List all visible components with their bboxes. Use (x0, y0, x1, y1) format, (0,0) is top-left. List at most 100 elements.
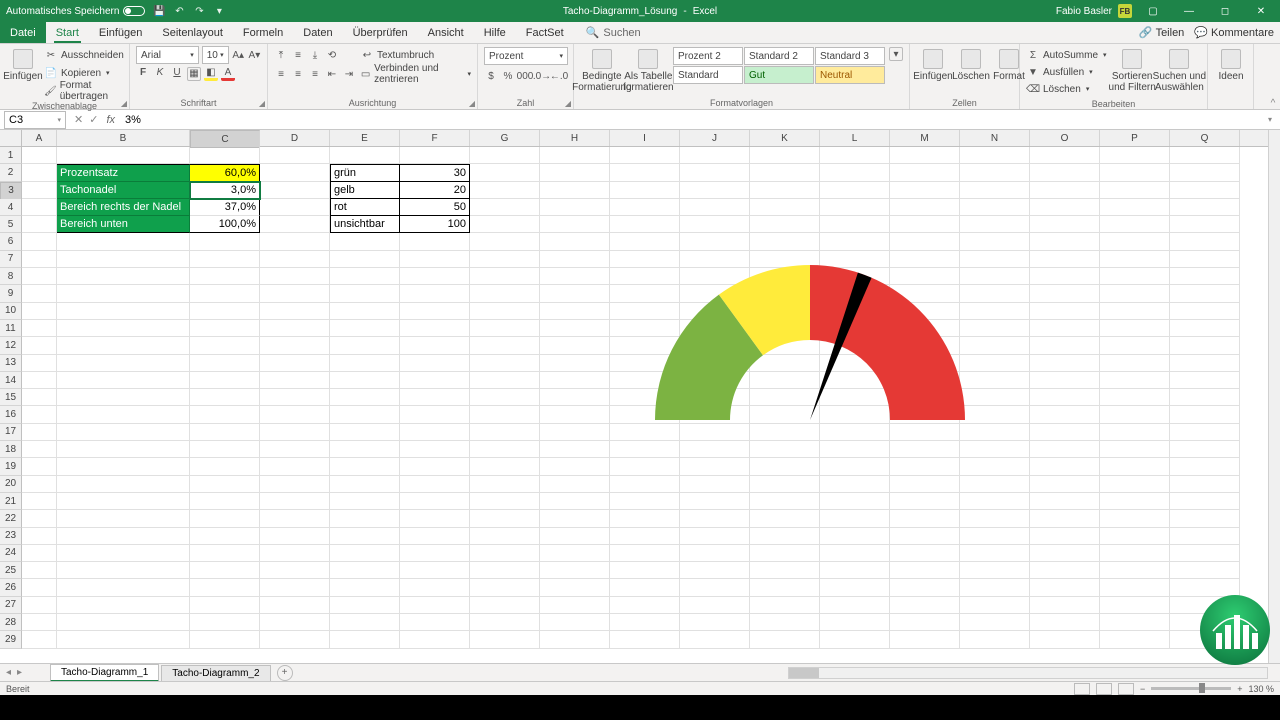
cell[interactable] (1100, 164, 1170, 181)
cell[interactable] (57, 441, 190, 458)
cell[interactable] (260, 631, 330, 648)
cell[interactable] (960, 303, 1030, 320)
cell[interactable] (470, 372, 540, 389)
row-11[interactable]: 11 (0, 320, 22, 337)
cell[interactable] (470, 579, 540, 596)
save-icon[interactable]: 💾 (153, 5, 165, 17)
view-pagelayout-icon[interactable] (1096, 683, 1112, 695)
cell[interactable] (540, 199, 610, 216)
cell[interactable] (57, 268, 190, 285)
cell[interactable] (260, 337, 330, 354)
cell[interactable] (610, 545, 680, 562)
cell[interactable] (890, 164, 960, 181)
cell[interactable] (260, 441, 330, 458)
cell[interactable] (540, 389, 610, 406)
cell[interactable] (190, 458, 260, 475)
cell[interactable] (1170, 182, 1240, 199)
style-neutral[interactable]: Neutral (815, 66, 885, 84)
cell[interactable] (330, 406, 400, 423)
number-launcher-icon[interactable]: ◢ (565, 99, 571, 108)
cell[interactable] (260, 199, 330, 216)
cell[interactable] (890, 545, 960, 562)
cell[interactable] (470, 493, 540, 510)
cell[interactable] (1170, 199, 1240, 216)
cell[interactable] (540, 285, 610, 302)
cell[interactable] (610, 164, 680, 181)
cell[interactable] (400, 476, 470, 493)
cell[interactable] (540, 562, 610, 579)
cell[interactable] (1170, 406, 1240, 423)
cell[interactable] (330, 233, 400, 250)
cell[interactable] (960, 233, 1030, 250)
tell-me-search[interactable]: 🔍 Suchen (586, 22, 641, 43)
cell[interactable] (540, 303, 610, 320)
cell[interactable] (610, 493, 680, 510)
cell[interactable] (610, 441, 680, 458)
cell[interactable] (400, 337, 470, 354)
zoom-slider[interactable] (1151, 687, 1231, 690)
cell[interactable]: grün (330, 164, 400, 181)
cell[interactable] (400, 562, 470, 579)
cell[interactable] (1030, 199, 1100, 216)
cell[interactable] (190, 528, 260, 545)
cell[interactable] (1100, 510, 1170, 527)
cell[interactable] (1170, 528, 1240, 545)
zoom-out-icon[interactable]: − (1140, 684, 1145, 694)
cell[interactable] (1170, 476, 1240, 493)
cell[interactable] (680, 164, 750, 181)
cell[interactable] (22, 355, 57, 372)
cell[interactable] (610, 216, 680, 233)
cell[interactable] (190, 406, 260, 423)
sheet-tab-1[interactable]: Tacho-Diagramm_1 (50, 664, 159, 682)
cell[interactable] (1170, 233, 1240, 250)
cell[interactable] (22, 199, 57, 216)
expand-fbar-icon[interactable]: ▾ (1268, 115, 1280, 124)
cell[interactable] (190, 614, 260, 631)
cell[interactable] (540, 528, 610, 545)
cell[interactable] (22, 233, 57, 250)
cell[interactable] (540, 355, 610, 372)
cell[interactable]: 50 (400, 199, 470, 216)
cell[interactable] (400, 510, 470, 527)
cell[interactable] (400, 389, 470, 406)
cell[interactable] (890, 147, 960, 164)
cell[interactable] (1100, 182, 1170, 199)
font-launcher-icon[interactable]: ◢ (259, 99, 265, 108)
cell[interactable] (960, 493, 1030, 510)
cell[interactable] (260, 597, 330, 614)
tab-formulas[interactable]: Formeln (233, 22, 293, 43)
indent-dec-icon[interactable]: ⇤ (325, 67, 339, 81)
cell[interactable] (540, 216, 610, 233)
cell[interactable] (750, 562, 820, 579)
cell[interactable] (1170, 285, 1240, 302)
cell[interactable] (22, 268, 57, 285)
cell[interactable] (960, 579, 1030, 596)
cell[interactable] (750, 493, 820, 510)
cell[interactable] (820, 510, 890, 527)
style-standard[interactable]: Standard (673, 66, 743, 84)
cell[interactable] (540, 579, 610, 596)
cell[interactable] (190, 562, 260, 579)
cell[interactable] (1100, 355, 1170, 372)
cell[interactable] (1030, 303, 1100, 320)
cell[interactable] (1170, 320, 1240, 337)
cell[interactable] (820, 493, 890, 510)
cell[interactable] (400, 406, 470, 423)
font-name-select[interactable]: Arial▾ (136, 46, 199, 64)
name-box[interactable]: C3▾ (4, 111, 66, 129)
cell[interactable] (1030, 510, 1100, 527)
cell[interactable]: Prozentsatz (57, 164, 190, 181)
row-7[interactable]: 7 (0, 251, 22, 268)
cell[interactable] (610, 510, 680, 527)
cell[interactable] (610, 199, 680, 216)
cell[interactable] (890, 579, 960, 596)
cell[interactable] (260, 355, 330, 372)
cell[interactable] (57, 147, 190, 164)
cell[interactable] (260, 285, 330, 302)
cell[interactable] (260, 545, 330, 562)
cell[interactable] (22, 597, 57, 614)
cell[interactable] (1030, 597, 1100, 614)
cell[interactable] (820, 147, 890, 164)
row-28[interactable]: 28 (0, 614, 22, 631)
cell[interactable] (610, 458, 680, 475)
